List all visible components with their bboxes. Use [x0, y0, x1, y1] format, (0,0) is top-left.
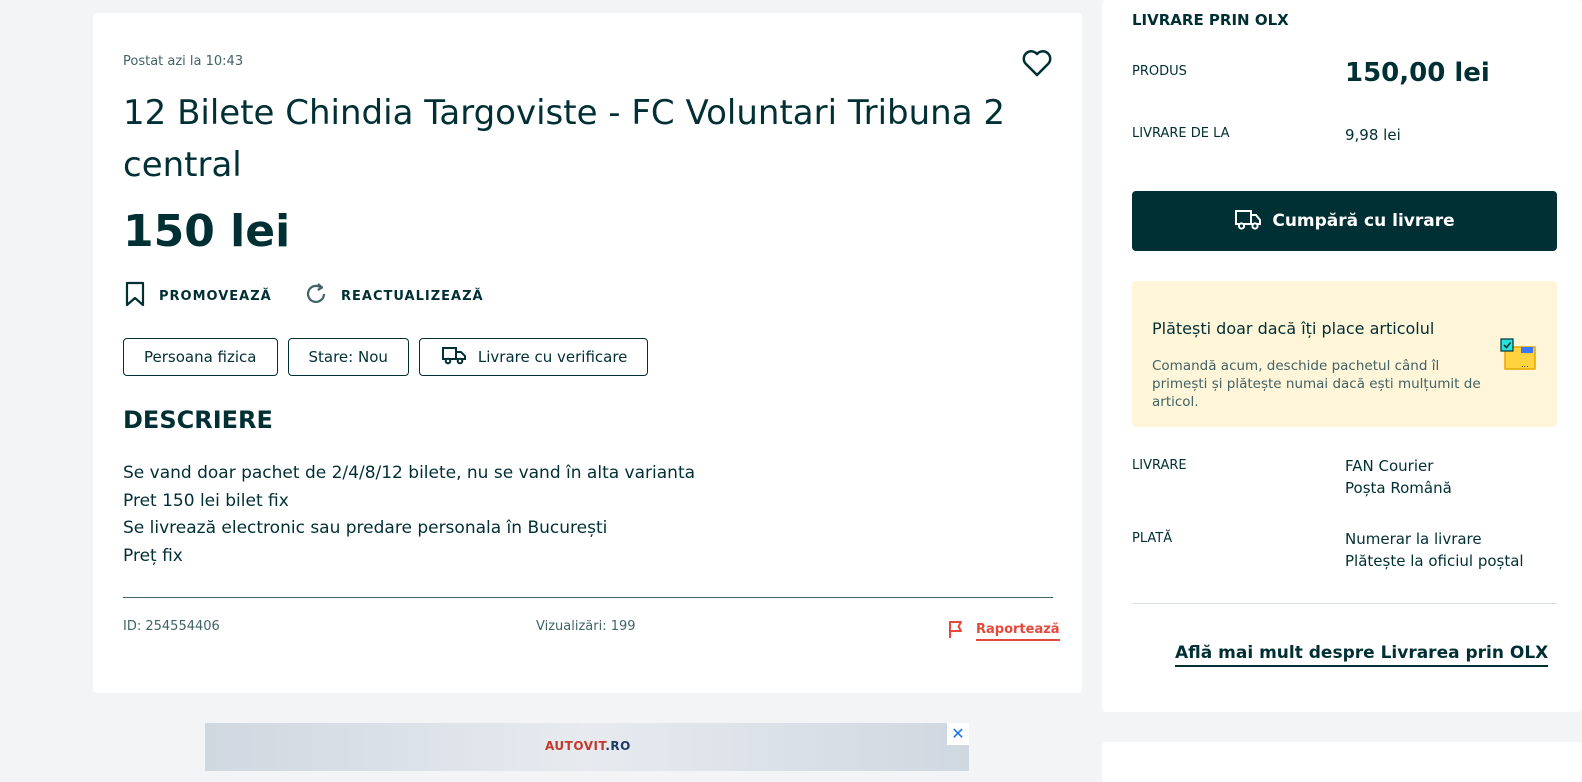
pay-on-delivery-info: Plătești doar dacă îți place articolul C… — [1132, 281, 1557, 427]
divider — [1132, 603, 1557, 604]
tag-chips: Persoana fizica Stare: Nou Livrare cu ve… — [123, 338, 649, 376]
ad-logo-main: AUTOVIT — [545, 739, 606, 753]
listing-id: ID: 254554406 — [123, 619, 220, 634]
delivery-panel: LIVRARE PRIN OLX PRODUS 150,00 lei LIVRA… — [1102, 0, 1582, 712]
ad-close-icon[interactable]: ✕ — [947, 723, 969, 745]
refresh-icon — [303, 281, 329, 311]
chip-delivery-label: Livrare cu verificare — [477, 348, 628, 366]
ad-logo: AUTOVIT.RO — [545, 739, 631, 753]
svg-text:...: ... — [1521, 360, 1529, 369]
chip-seller-type: Persoana fizica — [123, 338, 278, 376]
posted-date: Postat azi la 10:43 — [123, 54, 244, 69]
description-line: Preț fix — [123, 545, 183, 566]
refresh-label: REACTUALIZEAZĂ — [341, 288, 484, 304]
truck-icon — [441, 345, 478, 369]
delivery-illustration-icon: ... — [1499, 337, 1539, 377]
delivery-title: LIVRARE PRIN OLX — [1132, 11, 1289, 29]
listing-card: Postat azi la 10:43 12 Bilete Chindia Ta… — [93, 13, 1082, 693]
view-count: Vizualizări: 199 — [536, 619, 636, 634]
truck-icon — [1234, 207, 1272, 236]
heart-icon[interactable] — [1021, 48, 1055, 78]
ad-logo-suffix: .RO — [605, 739, 631, 753]
courier-item: Poșta Română — [1345, 479, 1452, 497]
delivery-from-price: 9,98 lei — [1345, 126, 1401, 144]
flag-icon — [946, 619, 966, 643]
courier-label: LIVRARE — [1132, 458, 1187, 473]
courier-item: FAN Courier — [1345, 457, 1434, 475]
product-label: PRODUS — [1132, 64, 1187, 79]
ad-banner[interactable]: AUTOVIT.RO ✕ — [205, 723, 969, 771]
description-line: Se livrează electronic sau predare perso… — [123, 518, 608, 538]
courier-list: FAN Courier Poșta Română — [1345, 455, 1452, 499]
description-text: Se vand doar pachet de 2/4/8/12 bilete, … — [123, 460, 695, 570]
description-heading: DESCRIERE — [123, 406, 273, 434]
payment-item: Plătește la oficiul poștal — [1345, 552, 1524, 570]
learn-more-link[interactable]: Află mai mult despre Livrarea prin OLX — [1175, 643, 1549, 667]
promote-label: PROMOVEAZĂ — [159, 288, 272, 304]
buy-button-label: Cumpără cu livrare — [1272, 211, 1455, 231]
chip-delivery: Livrare cu verificare — [418, 338, 649, 376]
payment-list: Numerar la livrare Plătește la oficiul p… — [1345, 528, 1524, 572]
delivery-from-label: LIVRARE DE LA — [1132, 126, 1230, 141]
listing-price: 150 lei — [123, 206, 291, 257]
chip-condition: Stare: Nou — [287, 338, 409, 376]
divider — [123, 597, 1053, 598]
buy-with-delivery-button[interactable]: Cumpără cu livrare — [1132, 191, 1557, 251]
payment-item: Numerar la livrare — [1345, 530, 1482, 548]
description-line: Pret 150 lei bilet fix — [123, 490, 289, 511]
listing-title: 12 Bilete Chindia Targoviste - FC Volunt… — [123, 93, 1005, 185]
report-button[interactable]: Raportează — [946, 619, 1060, 643]
info-heading: Plătești doar dacă îți place articolul — [1152, 319, 1435, 338]
info-text: Comandă acum, deschide pachetul când îl … — [1152, 358, 1481, 410]
payment-label: PLATĂ — [1132, 531, 1173, 546]
promote-button[interactable]: PROMOVEAZĂ — [123, 281, 272, 311]
description-line: Se vand doar pachet de 2/4/8/12 bilete, … — [123, 463, 696, 483]
next-panel — [1102, 742, 1582, 782]
bookmark-icon — [123, 281, 147, 311]
product-price: 150,00 lei — [1345, 58, 1490, 88]
refresh-button[interactable]: REACTUALIZEAZĂ — [303, 281, 484, 311]
report-label: Raportează — [976, 622, 1060, 641]
